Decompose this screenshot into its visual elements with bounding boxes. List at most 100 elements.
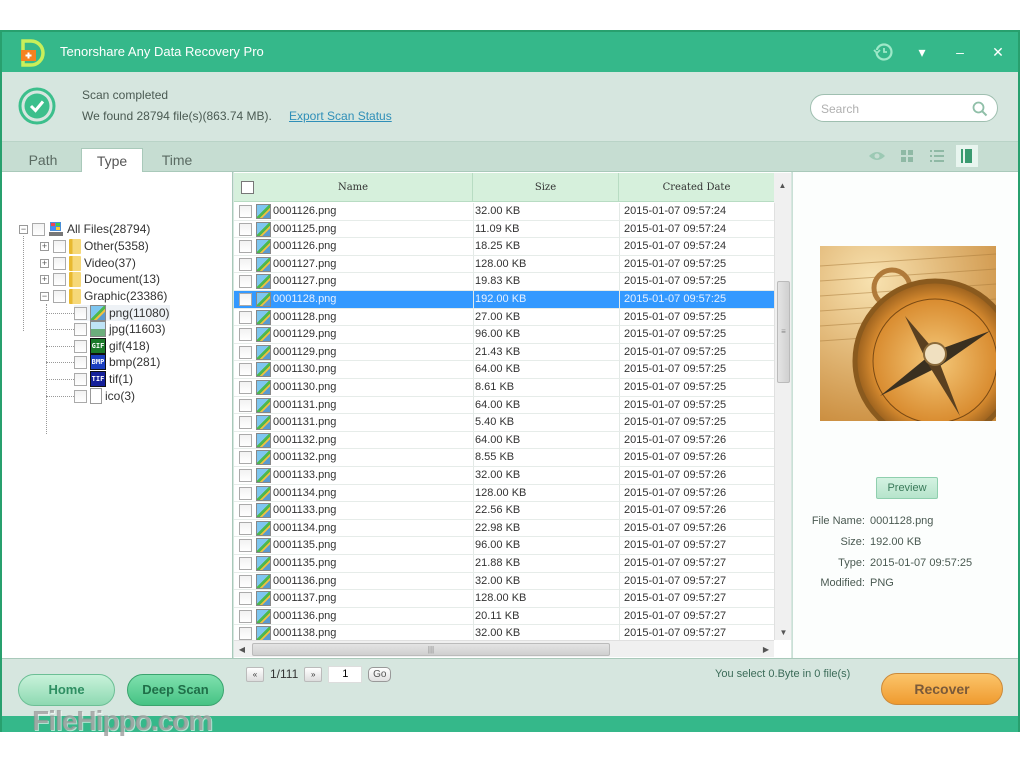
recover-button[interactable]: Recover [881,673,1003,705]
tree-item-gif[interactable]: GIF gif(418) [74,338,150,354]
deep-scan-button[interactable]: Deep Scan [127,674,224,706]
row-checkbox[interactable] [239,557,252,570]
row-checkbox[interactable] [239,539,252,553]
tree-item-tif[interactable]: TIF tif(1) [74,371,133,387]
first-page-icon[interactable]: « [246,666,264,682]
tree-item-graphic[interactable]: − Graphic(23386) [40,288,167,304]
tab-path[interactable]: Path [18,148,68,172]
table-row[interactable]: 0001131.png 64.00 KB 2015-01-07 09:57:25 [234,396,774,415]
column-header-created-date[interactable]: Created Date [619,173,774,202]
table-row[interactable]: 0001126.png 32.00 KB 2015-01-07 09:57:24 [234,203,774,221]
checkbox[interactable] [53,256,66,270]
row-checkbox[interactable] [239,363,252,377]
table-row[interactable]: 0001134.png 22.98 KB 2015-01-07 09:57:26 [234,519,774,538]
tree-item-all-files[interactable]: − All Files(28794) [19,221,150,237]
table-row[interactable]: 0001129.png 21.43 KB 2015-01-07 09:57:25 [234,343,774,362]
tab-type[interactable]: Type [81,148,143,173]
column-header-name[interactable]: Name [234,173,473,202]
minimize-icon[interactable]: – [950,44,970,60]
table-row[interactable]: 0001130.png 8.61 KB 2015-01-07 09:57:25 [234,379,774,397]
row-checkbox[interactable] [239,433,252,447]
checkbox[interactable] [53,239,66,253]
table-row[interactable]: 0001127.png 19.83 KB 2015-01-07 09:57:25 [234,273,774,291]
table-row[interactable]: 0001132.png 8.55 KB 2015-01-07 09:57:26 [234,449,774,467]
table-row[interactable]: 0001131.png 5.40 KB 2015-01-07 09:57:25 [234,414,774,432]
row-checkbox[interactable] [239,240,252,254]
table-row[interactable]: 0001128.png 192.00 KB 2015-01-07 09:57:25 [234,291,774,309]
home-button[interactable]: Home [18,674,115,706]
row-checkbox[interactable] [239,345,252,359]
scroll-up-arrow[interactable]: ▲ [774,179,791,193]
tree-item-document[interactable]: + Document(13) [40,271,160,287]
row-checkbox[interactable] [239,381,252,394]
table-row[interactable]: 0001133.png 22.56 KB 2015-01-07 09:57:26 [234,502,774,520]
table-row[interactable]: 0001134.png 128.00 KB 2015-01-07 09:57:26 [234,484,774,503]
table-row[interactable]: 0001138.png 32.00 KB 2015-01-07 09:57:27 [234,625,774,640]
row-checkbox[interactable] [239,275,252,289]
row-checkbox[interactable] [239,486,252,500]
row-checkbox[interactable] [239,592,252,606]
row-checkbox[interactable] [239,451,252,465]
horizontal-scroll-thumb[interactable]: ||| [252,643,610,656]
checkbox[interactable] [74,322,87,336]
row-checkbox[interactable] [239,416,252,430]
scroll-left-arrow[interactable]: ◀ [234,641,250,658]
scroll-down-arrow[interactable]: ▼ [775,626,792,640]
expand-icon[interactable]: + [40,274,49,284]
table-row[interactable]: 0001136.png 32.00 KB 2015-01-07 09:57:27 [234,572,774,591]
row-checkbox[interactable] [239,257,252,271]
table-row[interactable]: 0001129.png 96.00 KB 2015-01-07 09:57:25 [234,326,774,344]
table-row[interactable]: 0001136.png 20.11 KB 2015-01-07 09:57:27 [234,607,774,626]
export-scan-status-link[interactable]: Export Scan Status [289,109,392,123]
vertical-scrollbar[interactable]: ≡ ▼ [774,203,791,640]
checkbox[interactable] [74,339,87,353]
horizontal-scrollbar[interactable]: ◀ ||| ▶ [234,640,774,657]
checkbox[interactable] [53,289,66,303]
table-row[interactable]: 0001126.png 18.25 KB 2015-01-07 09:57:24 [234,238,774,256]
dropdown-icon[interactable]: ▾ [912,44,932,61]
table-row[interactable]: 0001135.png 21.88 KB 2015-01-07 09:57:27 [234,555,774,573]
search-icon[interactable] [971,100,989,118]
tree-item-other[interactable]: + Other(5358) [40,238,149,254]
scroll-right-arrow[interactable]: ▶ [758,641,774,658]
vertical-scroll-thumb[interactable]: ≡ [777,281,790,383]
row-checkbox[interactable] [239,310,252,324]
row-checkbox[interactable] [239,504,252,518]
table-row[interactable]: 0001133.png 32.00 KB 2015-01-07 09:57:26 [234,467,774,485]
column-header-size[interactable]: Size [473,173,619,202]
tab-time[interactable]: Time [152,148,202,172]
tree-item-bmp[interactable]: BMP bmp(281) [74,354,160,370]
table-row[interactable]: 0001125.png 11.09 KB 2015-01-07 09:57:24 [234,220,774,239]
table-row[interactable]: 0001137.png 128.00 KB 2015-01-07 09:57:27 [234,590,774,608]
checkbox[interactable] [74,306,87,320]
table-row[interactable]: 0001128.png 27.00 KB 2015-01-07 09:57:25 [234,308,774,327]
row-checkbox[interactable] [239,398,252,412]
tree-item-png[interactable]: png(11080) [74,305,170,321]
table-row[interactable]: 0001135.png 96.00 KB 2015-01-07 09:57:27 [234,537,774,555]
row-checkbox[interactable] [239,293,252,306]
checkbox[interactable] [74,389,87,403]
grid-view-icon[interactable] [896,145,918,167]
tree-item-video[interactable]: + Video(37) [40,255,136,271]
collapse-icon[interactable]: − [40,291,49,301]
checkbox[interactable] [74,372,87,386]
list-view-icon[interactable] [926,145,948,167]
expand-icon[interactable]: + [40,241,49,251]
search-box[interactable] [810,94,998,122]
checkbox[interactable] [32,222,45,236]
history-icon[interactable] [872,41,894,63]
table-row[interactable]: 0001130.png 64.00 KB 2015-01-07 09:57:25 [234,361,774,379]
table-row[interactable]: 0001132.png 64.00 KB 2015-01-07 09:57:26 [234,431,774,450]
last-page-icon[interactable]: » [304,666,323,682]
tree-item-jpg[interactable]: jpg(11603) [74,321,165,337]
row-checkbox[interactable] [239,574,252,588]
tree-item-ico[interactable]: ico(3) [74,388,135,404]
row-checkbox[interactable] [239,222,252,236]
close-icon[interactable]: ✕ [988,44,1008,61]
go-button[interactable]: Go [368,666,392,682]
row-checkbox[interactable] [239,469,252,482]
row-checkbox[interactable] [239,521,252,535]
detail-view-icon[interactable] [956,145,978,167]
row-checkbox[interactable] [239,205,252,218]
row-checkbox[interactable] [239,328,252,342]
